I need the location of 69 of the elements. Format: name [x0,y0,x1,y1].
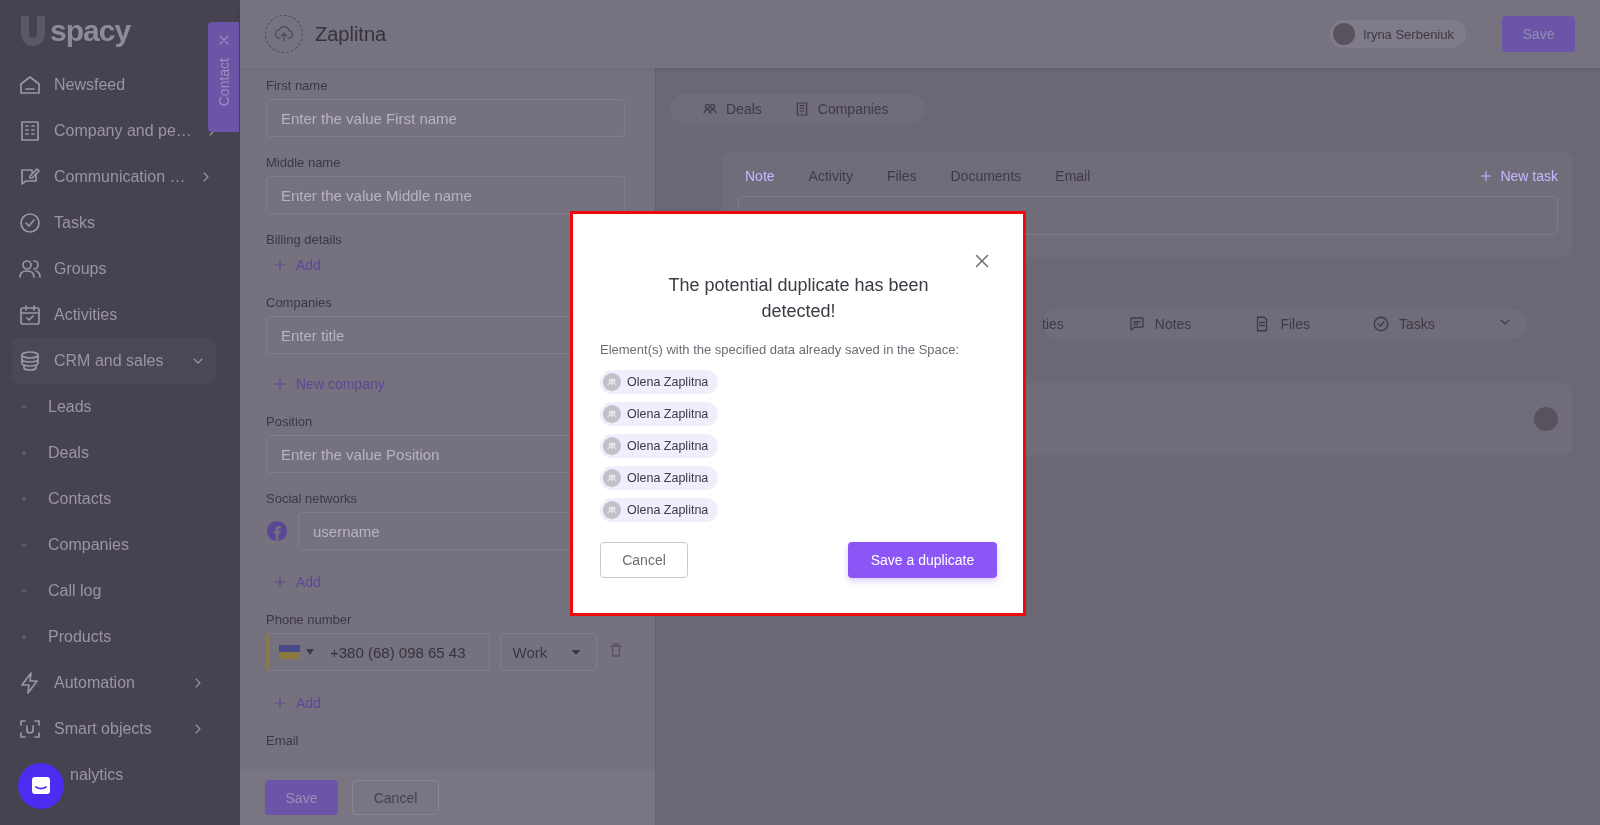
duplicate-chip[interactable]: Olena Zaplitna [600,370,719,394]
stack-icon [18,349,42,373]
field-label: Email [266,733,300,748]
field-label: Companies [266,295,333,310]
user-chip[interactable]: Iryna Serbeniuk [1329,20,1466,48]
cancel-button[interactable]: Cancel [600,542,688,578]
duplicate-chip[interactable]: Olena Zaplitna [600,434,719,458]
sidebar-item[interactable]: Groups [18,246,206,292]
sidebar-subitem[interactable]: Leads [18,384,240,430]
record-title: Zaplitna [315,22,388,46]
field-label: Phone number [266,612,353,627]
users-icon [18,257,42,281]
sidebar-item[interactable]: Automation [18,660,206,706]
field-label: Position [266,414,314,429]
users-icon [606,440,618,452]
composer-tab[interactable]: Note [738,164,782,188]
sidebar-item[interactable]: nalytics [70,766,206,784]
sidebar-subitem[interactable]: Products [18,614,240,660]
type-select[interactable]: Work [499,633,597,671]
sidebar-item[interactable]: Tasks [18,200,206,246]
home-icon [18,73,42,97]
calendar-icon [18,303,42,327]
new-task-link[interactable]: New task [1478,168,1558,184]
field-label: Billing details [266,232,343,247]
dialog-title: The potential duplicate has been detected! [667,274,930,323]
sidebar-item[interactable]: Smart objects [18,706,206,752]
chat-icon [1127,315,1146,333]
plus-icon [272,695,288,711]
field-label: First name [266,78,329,93]
logo-text: spacy [50,14,131,48]
save-duplicate-button[interactable]: Save a duplicate [848,542,997,578]
duplicate-chip[interactable]: Olena Zaplitna [600,466,719,490]
field-label: Middle name [266,155,342,170]
avatar [1332,23,1355,45]
duplicate-chip[interactable]: Olena Zaplitna [600,402,719,426]
field-label: Social networks [266,491,359,506]
sidebar-subitem[interactable]: Call log [18,568,240,614]
handshake-icon [702,101,718,117]
scan-icon [18,717,42,741]
caret-icon [306,649,314,655]
sidebar-subitem[interactable]: Contacts [18,476,240,522]
plus-icon [272,376,288,392]
sidebar-item[interactable]: CRM and sales [12,338,216,384]
input-field[interactable]: Enter the value First name [266,99,625,137]
check-circle-icon [18,211,42,235]
plus-icon [272,257,288,273]
sidebar-item[interactable]: Communication … [18,154,206,200]
cloud-upload-icon [274,24,294,44]
users-icon [606,408,618,420]
sidebar-item[interactable]: Activities [18,292,206,338]
users-icon [606,376,618,388]
building-icon [18,119,42,143]
trash-icon [607,641,625,659]
sidebar-item[interactable]: Company and pe… [18,108,206,154]
avatar [1534,407,1558,431]
input-field[interactable]: Enter the value Middle name [266,176,625,214]
flag-icon [279,645,300,659]
facebook-icon [266,520,288,542]
check-circle-icon [1371,315,1390,333]
users-icon [606,472,618,484]
sidebar-item[interactable]: Newsfeed [18,62,206,108]
sidebar-subitem[interactable]: Companies [18,522,240,568]
phone-field[interactable]: +380 (68) 098 65 43 [266,633,490,671]
contact-side-tab[interactable]: Contact [208,22,239,132]
duplicate-chip[interactable]: Olena Zaplitna [600,498,719,522]
save-button[interactable]: Save [265,780,338,815]
users-icon [606,504,618,516]
plus-icon [272,574,288,590]
sidebar-subitem[interactable]: Deals [18,430,240,476]
